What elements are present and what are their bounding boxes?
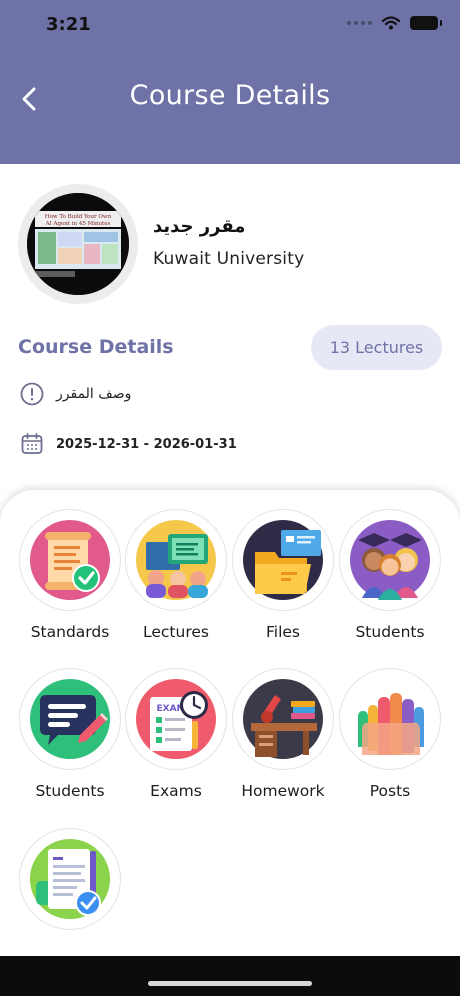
lectures-classroom-icon (136, 520, 216, 600)
tile-posts[interactable]: Posts (337, 668, 443, 800)
thumbnail-line1: How To Build Your Own (45, 214, 112, 220)
tile-circle (339, 668, 441, 770)
battery-icon (410, 16, 442, 30)
tile-files[interactable]: Files (230, 509, 336, 641)
course-description: وصف المقرر (56, 386, 132, 402)
graduates-icon (350, 520, 430, 600)
course-thumbnail: How To Build Your Own AI Agent in 45 Min… (27, 193, 129, 295)
tile-standards[interactable]: Standards (17, 509, 123, 641)
files-folder-icon (243, 520, 323, 600)
chat-message-icon (30, 679, 110, 759)
lectures-count-badge[interactable]: 13 Lectures (311, 325, 442, 370)
tile-circle (232, 668, 334, 770)
tile-lectures[interactable]: Lectures (123, 509, 229, 641)
date-row: 2025-12-31 - 2026-01-31 (20, 432, 237, 456)
tile-students-messages[interactable]: Students (17, 668, 123, 800)
section-title: Course Details (18, 336, 174, 358)
tile-label: Students (355, 623, 425, 641)
tile-circle (19, 828, 121, 930)
calendar-icon (21, 433, 43, 454)
exam-clock-icon: EXAM (136, 679, 216, 759)
date-range: 2025-12-31 - 2026-01-31 (56, 436, 237, 452)
tile-circle (339, 509, 441, 611)
raised-hands-icon (350, 679, 430, 759)
tile-circle (232, 509, 334, 611)
tile-label: Exams (150, 782, 202, 800)
course-avatar: How To Build Your Own AI Agent in 45 Min… (18, 184, 138, 304)
tile-label: Files (265, 623, 300, 641)
app-header: 3:21 Course Details (0, 0, 460, 164)
signal-icon (347, 21, 372, 25)
status-icons (347, 16, 442, 30)
tile-circle: EXAM (125, 668, 227, 770)
university-name: Kuwait University (153, 249, 305, 269)
tile-label: Posts (369, 782, 411, 800)
tile-circle (125, 509, 227, 611)
page-title: Course Details (129, 80, 331, 111)
tile-circle (19, 668, 121, 770)
checklist-clipboard-icon (30, 839, 110, 919)
tile-checklist[interactable] (17, 828, 123, 930)
tile-label: Standards (30, 623, 110, 641)
home-indicator[interactable] (148, 981, 312, 986)
tile-label: Students (35, 782, 105, 800)
tile-label: Homework (241, 782, 325, 800)
status-time: 3:21 (46, 14, 91, 35)
course-name: مقرر جديد (153, 216, 246, 237)
tile-label: Lectures (143, 623, 209, 641)
description-row: وصف المقرر (20, 382, 131, 406)
bottom-bar (0, 956, 460, 996)
tile-homework[interactable]: Homework (230, 668, 336, 800)
standards-scroll-icon (30, 520, 110, 600)
tile-exams[interactable]: EXAM Exams (123, 668, 229, 800)
tile-students[interactable]: Students (337, 509, 443, 641)
thumbnail-line2: AI Agent in 45 Minutes (45, 221, 111, 227)
info-exclamation-icon (20, 382, 44, 406)
tile-circle (19, 509, 121, 611)
homework-desk-icon (243, 679, 323, 759)
wifi-icon (382, 16, 400, 30)
